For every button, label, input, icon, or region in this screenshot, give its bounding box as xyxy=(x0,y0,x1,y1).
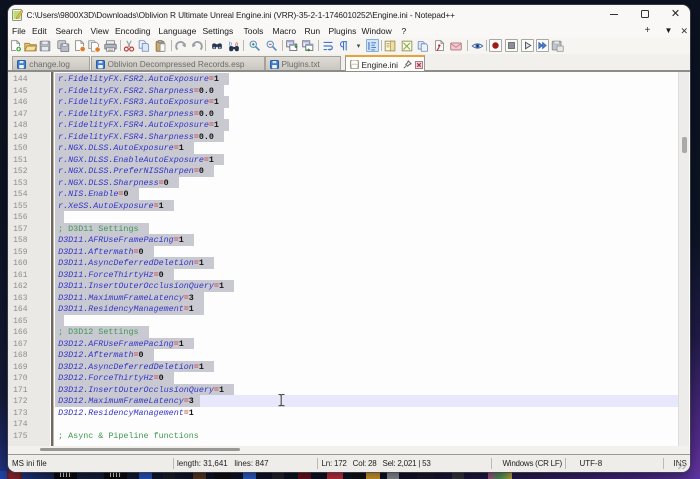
svg-text:a: a xyxy=(235,41,238,47)
